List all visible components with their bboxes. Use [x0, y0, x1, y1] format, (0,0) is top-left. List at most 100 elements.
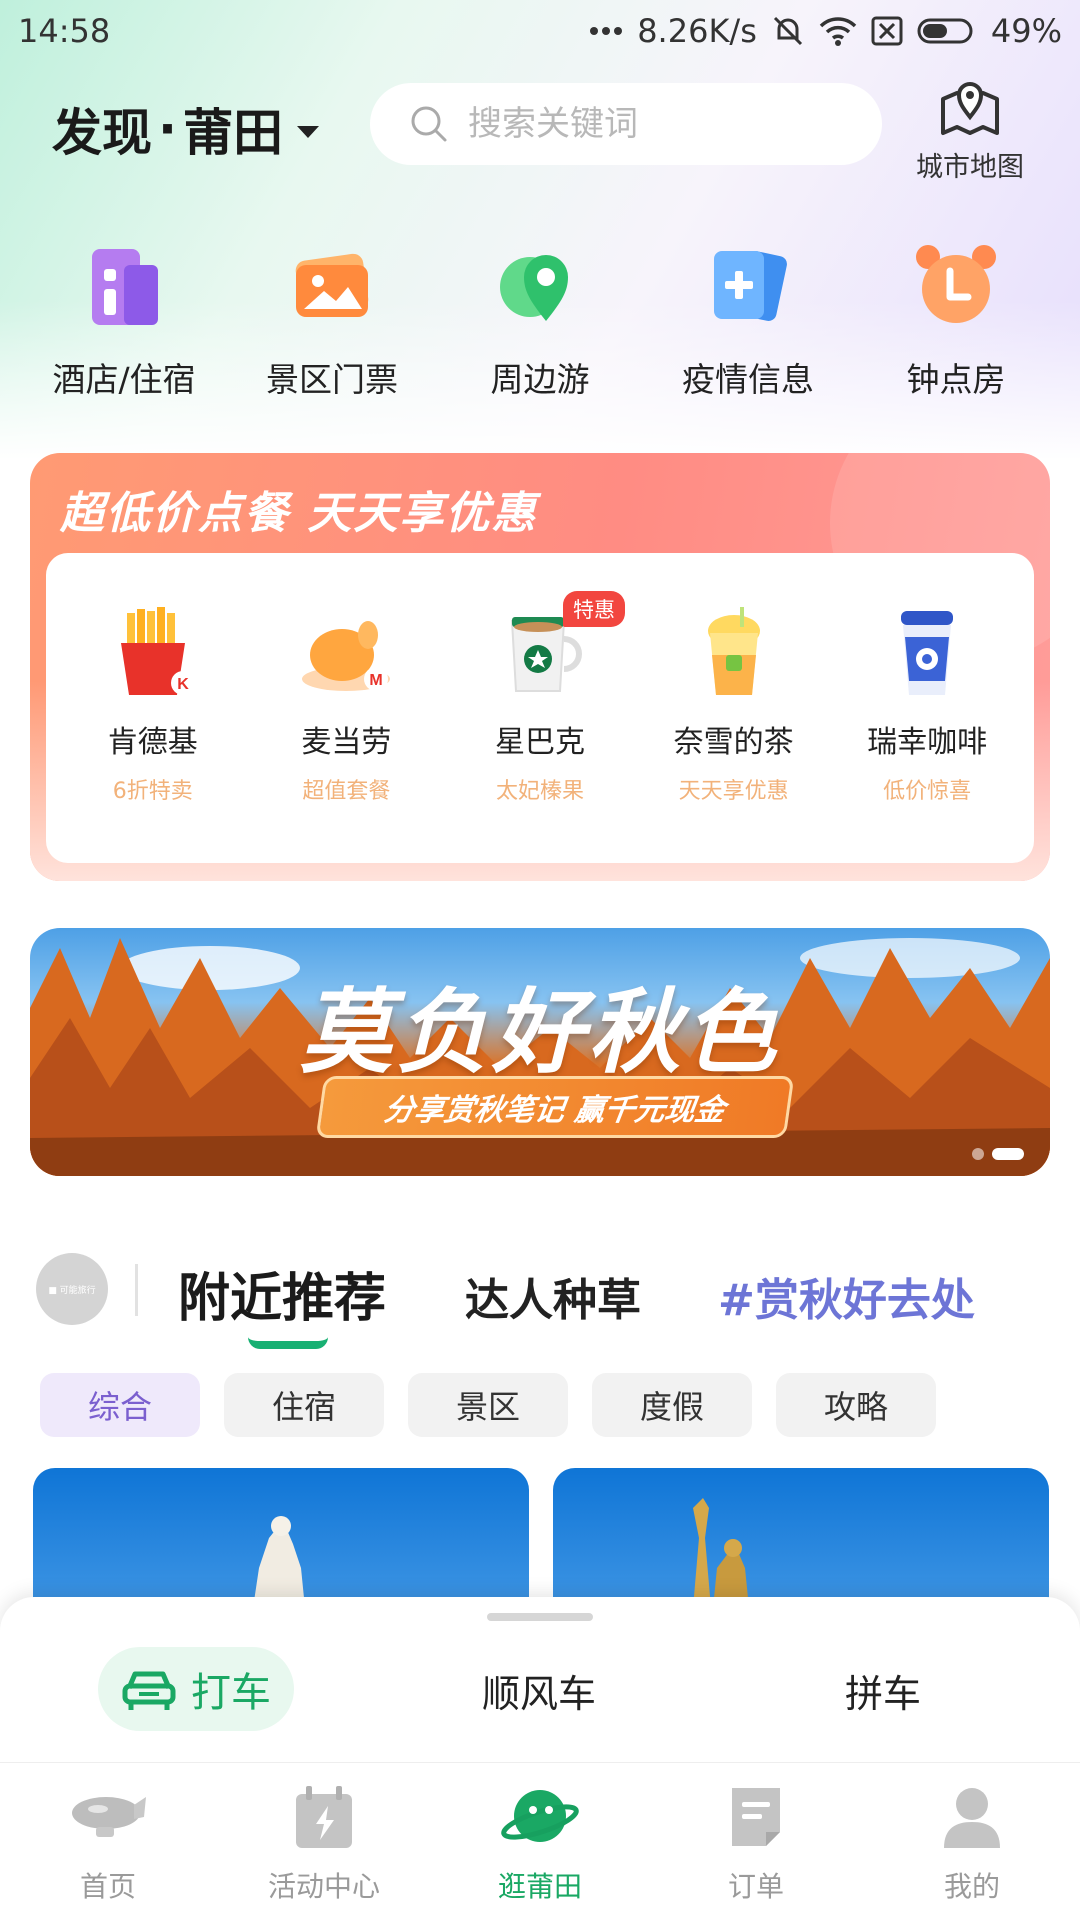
chip-all[interactable]: 综合	[40, 1373, 200, 1437]
tab-nearby-recommend[interactable]: 附近推荐	[178, 1256, 387, 1349]
mute-bell-icon	[771, 14, 805, 48]
food-name: 星巴克	[494, 725, 585, 760]
quick-nav-health[interactable]: 疫情信息	[648, 235, 848, 401]
quick-nav-label: 疫情信息	[682, 360, 814, 399]
alarm-clock-icon	[906, 235, 1006, 335]
nav-label: 我的	[943, 1870, 1000, 1903]
activity-calendar-icon	[284, 1781, 364, 1853]
nav-label: 首页	[79, 1870, 136, 1903]
nav-activity-center[interactable]: 活动中心	[216, 1763, 432, 1920]
kfc-fries-icon: K	[103, 603, 203, 703]
food-deals-title: 超低价点餐 天天享优惠	[60, 488, 538, 539]
food-sub: 太妃榛果	[495, 779, 584, 804]
chip-resort[interactable]: 度假	[592, 1373, 752, 1437]
banner-subtitle: 分享赏秋笔记 赢千元现金	[315, 1076, 795, 1138]
ride-tab-label: 打车	[191, 1670, 271, 1716]
chip-guide[interactable]: 攻略	[776, 1373, 936, 1437]
bottom-navigation: 首页 活动中心 逛莆田 订单 我的	[0, 1762, 1080, 1920]
title-separator: ·	[158, 100, 177, 158]
nav-label: 逛莆田	[497, 1870, 582, 1903]
quick-nav-label: 酒店/住宿	[52, 360, 196, 399]
nav-orders[interactable]: 订单	[648, 1763, 864, 1920]
quick-nav-label: 钟点房	[906, 360, 1006, 399]
mcd-chicken-icon: M	[296, 603, 396, 703]
nav-label: 订单	[727, 1870, 784, 1903]
hotel-icon	[74, 235, 174, 335]
search-bar[interactable]	[370, 83, 882, 165]
chip-lodging[interactable]: 住宿	[224, 1373, 384, 1437]
sheet-drag-handle[interactable]	[487, 1613, 593, 1621]
chip-scenic[interactable]: 景区	[408, 1373, 568, 1437]
nav-explore-putian[interactable]: 逛莆田	[432, 1763, 648, 1920]
quick-nav-label: 周边游	[490, 360, 590, 399]
status-bar: 14:58 8.26K/s 49%	[0, 0, 1080, 62]
search-input[interactable]	[468, 104, 828, 144]
food-item-mcdonalds[interactable]: M 麦当劳 超值套餐	[251, 553, 441, 863]
food-sub: 天天享优惠	[678, 779, 789, 804]
quick-nav: 酒店/住宿 景区门票 周边游 疫情信息 钟点房	[0, 235, 1080, 401]
battery-level: 49%	[990, 12, 1062, 50]
quick-nav-hourly-room[interactable]: 钟点房	[856, 235, 1056, 401]
tab-divider	[135, 1264, 138, 1316]
food-deals-card[interactable]: 超低价点餐 天天享优惠 K 肯德基 6折特卖 M 麦当劳 超值套餐 特惠 星巴克…	[30, 453, 1050, 881]
content-card-image[interactable]	[553, 1468, 1049, 1608]
banner-title: 莫负好秋色	[299, 979, 780, 1086]
food-sub: 低价惊喜	[883, 779, 972, 804]
search-icon	[411, 106, 447, 142]
battery-icon	[917, 17, 977, 45]
nav-profile[interactable]: 我的	[864, 1763, 1080, 1920]
planet-explore-icon	[500, 1781, 580, 1853]
recommendation-tabs: ■ 可能旅行 附近推荐 达人种草 #赏秋好去处	[0, 1250, 1080, 1350]
title-prefix: 发现	[52, 104, 152, 162]
food-item-nayuki[interactable]: 奈雪的茶 天天享优惠	[639, 553, 829, 863]
food-name: 麦当劳	[301, 725, 392, 760]
header: 发现 · 莆田 城市地图	[0, 75, 1080, 183]
caret-down-icon	[297, 126, 319, 138]
net-speed: 8.26K/s	[637, 12, 757, 50]
more-dots-icon	[589, 26, 623, 36]
food-sub: 6折特卖	[112, 779, 193, 804]
category-chips: 综合 住宿 景区 度假 攻略	[40, 1373, 936, 1437]
quick-nav-ticket[interactable]: 景区门票	[232, 235, 432, 401]
ride-tab-taxi[interactable]: 打车	[98, 1647, 294, 1731]
wifi-icon	[819, 16, 857, 46]
tab-label: 附近推荐	[178, 1269, 387, 1329]
nayuki-tea-icon	[684, 603, 784, 703]
food-deals-list: K 肯德基 6折特卖 M 麦当劳 超值套餐 特惠 星巴克 太妃榛果 奈雪的茶 天…	[46, 553, 1034, 863]
special-badge: 特惠	[562, 591, 625, 627]
ride-hailing-sheet: 打车 顺风车 拼车	[0, 1597, 1080, 1762]
svg-text:M: M	[370, 672, 383, 689]
statue-image	[693, 1498, 749, 1608]
user-profile-icon	[932, 1781, 1012, 1853]
nav-label: 活动中心	[267, 1870, 380, 1903]
statue-image	[253, 1516, 305, 1608]
airship-home-icon	[68, 1781, 148, 1853]
order-doc-icon	[716, 1781, 796, 1853]
tab-influencer-picks[interactable]: 达人种草	[465, 1264, 641, 1328]
city-selector[interactable]: 发现 · 莆田	[52, 93, 319, 165]
food-item-luckin[interactable]: 瑞幸咖啡 低价惊喜	[832, 553, 1022, 863]
map-location-icon	[941, 82, 999, 135]
status-time: 14:58	[18, 12, 111, 50]
ticket-icon	[282, 235, 382, 335]
pagination-dot	[972, 1148, 984, 1160]
tab-autumn-hashtag[interactable]: #赏秋好去处	[718, 1264, 975, 1328]
content-card-image[interactable]	[33, 1468, 529, 1608]
svg-text:K: K	[177, 676, 189, 693]
food-name: 肯德基	[107, 725, 198, 760]
quick-nav-label: 景区门票	[266, 360, 398, 399]
ride-tab-hitch[interactable]: 顺风车	[482, 1663, 596, 1718]
quick-nav-hotel[interactable]: 酒店/住宿	[24, 235, 224, 401]
food-item-kfc[interactable]: K 肯德基 6折特卖	[58, 553, 248, 863]
food-sub: 超值套餐	[302, 779, 391, 804]
city-map-button[interactable]: 城市地图	[905, 75, 1035, 184]
brand-avatar[interactable]: ■ 可能旅行	[36, 1253, 108, 1325]
map-pin-icon	[490, 235, 590, 335]
nav-home[interactable]: 首页	[0, 1763, 216, 1920]
quick-nav-nearby[interactable]: 周边游	[440, 235, 640, 401]
banner-pagination	[972, 1148, 1024, 1160]
food-item-starbucks[interactable]: 特惠 星巴克 太妃榛果	[445, 553, 635, 863]
ride-tab-carpool[interactable]: 拼车	[845, 1663, 921, 1718]
city-name: 莆田	[183, 104, 283, 162]
autumn-promo-banner[interactable]: 莫负好秋色 分享赏秋笔记 赢千元现金	[30, 928, 1050, 1176]
